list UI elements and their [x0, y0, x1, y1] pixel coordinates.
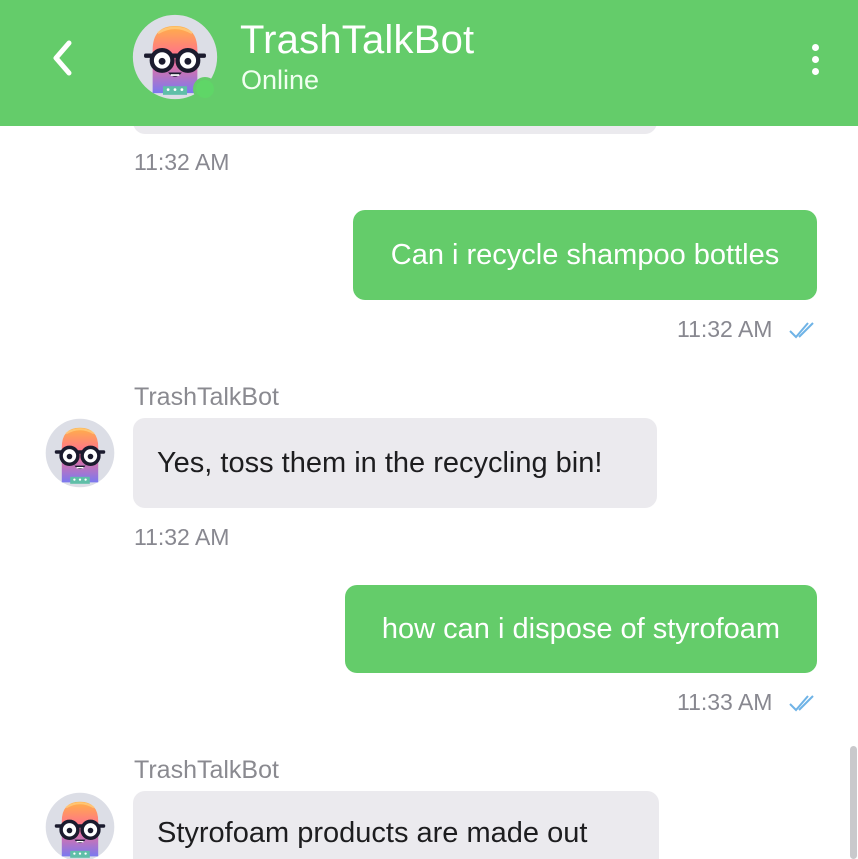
message-time: 11:33 AM	[677, 689, 773, 715]
back-button[interactable]	[40, 32, 84, 84]
message-text: how can i dispose of styrofoam	[381, 612, 781, 645]
message-time: 11:32 AM	[677, 316, 773, 342]
more-vertical-icon	[811, 43, 819, 51]
double-check-icon	[788, 320, 818, 340]
message-time: 11:32 AM	[134, 524, 230, 550]
message-text: Styrofoam products are made out	[157, 817, 588, 849]
scrollbar[interactable]	[850, 746, 857, 859]
message-text: Can i recycle shampoo bottles	[390, 238, 780, 271]
double-check-icon	[788, 693, 818, 713]
bot-avatar[interactable]	[45, 418, 115, 488]
message-time: 11:32 AM	[134, 149, 230, 175]
bot-avatar[interactable]	[45, 792, 115, 859]
sender-name: TrashTalkBot	[134, 756, 279, 784]
chat-title: TrashTalkBot	[240, 18, 475, 62]
incoming-message-bubble[interactable]: Yes, toss them in the recycling bin!	[133, 418, 657, 508]
message-list[interactable]: 11:32 AM Can i recycle shampoo bottles 1…	[0, 126, 858, 859]
outgoing-message-bubble[interactable]: how can i dispose of styrofoam	[345, 585, 817, 673]
outgoing-message-bubble[interactable]: Can i recycle shampoo bottles	[353, 210, 817, 300]
message-text: Yes, toss them in the recycling bin!	[157, 446, 603, 479]
more-menu-button[interactable]	[800, 36, 830, 82]
chat-status: Online	[241, 65, 320, 95]
chat-header: TrashTalkBot Online	[0, 0, 858, 126]
incoming-message-bubble[interactable]: Styrofoam products are made out	[133, 791, 659, 859]
online-status-dot	[193, 77, 217, 101]
previous-message-bubble	[133, 126, 657, 134]
sender-name: TrashTalkBot	[134, 383, 279, 411]
chevron-left-icon	[53, 40, 72, 76]
